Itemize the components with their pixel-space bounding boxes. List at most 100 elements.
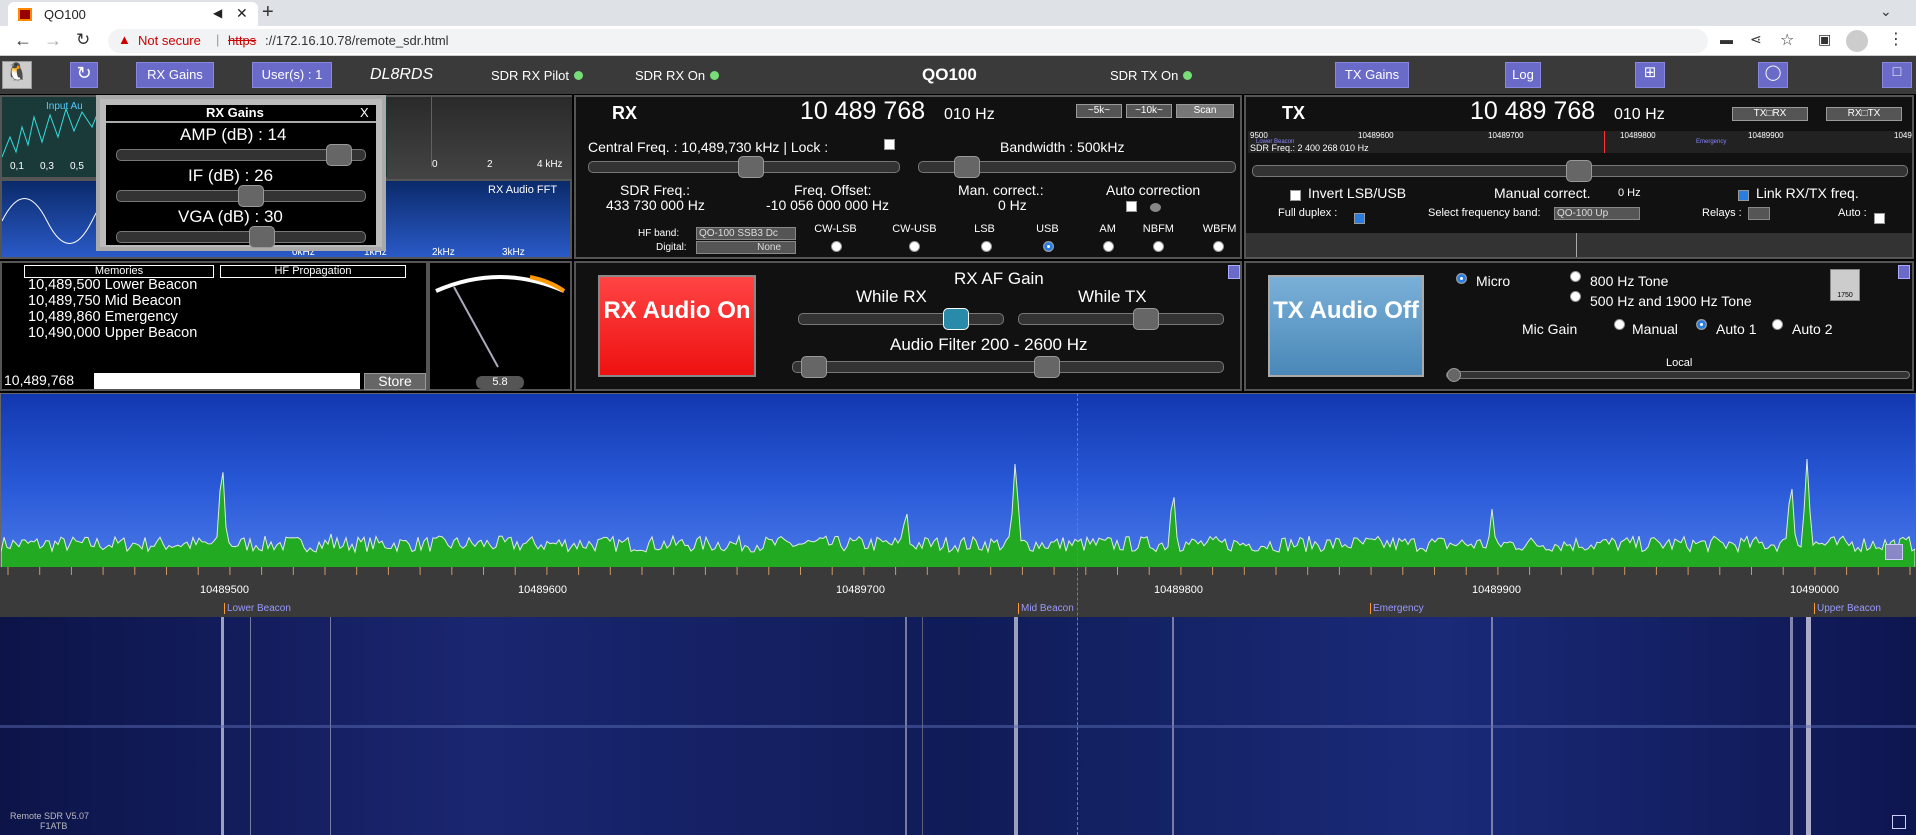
auto-correction-checkbox[interactable] [1126,201,1137,212]
auto-checkbox[interactable] [1874,213,1885,224]
sidebar-icon[interactable]: ▣ [1818,31,1831,48]
rx-audio-button[interactable]: RX Audio On [598,275,756,377]
amp-slider-knob[interactable] [326,144,352,166]
auto2-radio[interactable] [1772,319,1783,330]
mute-icon[interactable]: ◀ [213,6,222,20]
memory-item[interactable]: 10,489,750 Mid Beacon [28,293,197,309]
layout-button[interactable]: ⊞ [1635,62,1665,88]
local-slider[interactable] [1446,368,1910,382]
fullscreen-button[interactable]: □ [1882,62,1912,88]
tx-to-rx-button[interactable]: TX□RX [1732,107,1808,121]
tx-freq-slider-knob[interactable] [1566,160,1592,182]
users-button[interactable]: User(s) : 1 [252,62,332,88]
refresh-button[interactable]: ↻ [70,62,98,88]
while-rx-slider-knob[interactable] [943,308,969,330]
hf-band-select[interactable]: QO-100 SSB3 Dc [696,227,796,240]
store-button[interactable]: Store [364,373,426,390]
tab-hf-propagation[interactable]: HF Propagation [220,265,406,278]
mode-radio-cw-usb[interactable] [909,241,920,252]
scope-tick: 4 kHz [537,159,563,170]
memory-item[interactable]: 10,489,500 Lower Beacon [28,277,197,293]
tx-freq-slider[interactable] [1252,160,1908,182]
link-checkbox[interactable] [1738,190,1749,201]
beacon-marker[interactable]: Mid Beacon [1018,603,1074,614]
profile-icon[interactable] [1846,30,1868,52]
filter-high-knob[interactable] [1034,356,1060,378]
vga-slider-knob[interactable] [249,226,275,248]
chevron-down-icon[interactable]: ⌄ [1880,3,1892,20]
digital-select[interactable]: None [696,241,796,254]
camera-icon[interactable]: ▬ [1720,32,1733,47]
url-box[interactable]: ▲ Not secure | https ://172.16.10.78/rem… [108,29,1708,53]
while-rx-slider[interactable] [798,308,1004,330]
memory-name-input[interactable] [94,373,360,389]
security-label[interactable]: Not secure [138,33,201,48]
beacon-marker[interactable]: Lower Beacon [224,603,291,614]
minus-10k-button[interactable]: ~10k~ [1126,104,1172,118]
waterfall-corner-icon[interactable] [1892,815,1906,829]
memory-item[interactable]: 10,489,860 Emergency [28,309,197,325]
while-tx-slider-knob[interactable] [1133,308,1159,330]
s-meter-value: 5.8 [476,376,524,389]
star-icon[interactable]: ☆ [1780,30,1794,50]
close-icon[interactable]: ✕ [236,5,248,22]
menu-icon[interactable]: ⋮ [1888,29,1904,49]
if-slider-knob[interactable] [238,185,264,207]
spectrum-corner-icon[interactable] [1885,544,1903,560]
rx-gains-button[interactable]: RX Gains [136,62,214,88]
rx-gains-close[interactable]: X [360,105,369,120]
audio-filter-slider[interactable] [792,356,1224,378]
filter-low-knob[interactable] [801,356,827,378]
beacon-marker[interactable]: Upper Beacon [1814,603,1881,614]
logo-button[interactable]: 🐧 [2,61,32,89]
band-select[interactable]: QO-100 Up [1554,207,1640,220]
share-icon[interactable]: ⋖ [1750,31,1762,48]
tx-gains-button[interactable]: TX Gains [1335,62,1409,88]
if-slider[interactable] [116,185,366,207]
central-freq-slider-knob[interactable] [738,156,764,178]
log-button[interactable]: Log [1505,62,1541,88]
mode-radio-nbfm[interactable] [1153,241,1164,252]
grid-icon: ⊞ [1643,64,1657,81]
relays-select[interactable] [1748,207,1770,220]
tx-audio-button[interactable]: TX Audio Off [1268,275,1424,377]
mode-radio-wbfm[interactable] [1213,241,1224,252]
circle-icon: ◯ [1764,64,1782,81]
minus-5k-button[interactable]: ~5k~ [1076,104,1122,118]
mode-radio-usb[interactable] [1043,241,1054,252]
reload-icon[interactable]: ↻ [76,30,90,50]
tx-audio-corner-icon[interactable] [1898,265,1910,279]
back-icon[interactable]: ← [14,30,32,51]
central-freq-slider[interactable] [588,156,900,178]
micro-radio[interactable] [1456,273,1467,284]
amp-slider[interactable] [116,144,366,166]
invert-checkbox[interactable] [1290,190,1301,201]
circle-button[interactable]: ◯ [1758,62,1788,88]
new-tab-icon[interactable]: + [262,1,274,24]
auto-correction-label: Auto correction [1106,182,1201,198]
bandwidth-slider-knob[interactable] [954,156,980,178]
while-tx-slider[interactable] [1018,308,1224,330]
address-bar: ← → ↻ ▲ Not secure | https ://172.16.10.… [0,26,1916,56]
lock-checkbox[interactable] [884,139,895,150]
memory-item[interactable]: 10,490,000 Upper Beacon [28,325,197,341]
browser-tab[interactable]: QO100 ◀ ✕ [8,2,258,26]
scan-button[interactable]: Scan [1176,104,1234,118]
mode-radio-cw-lsb[interactable] [831,241,842,252]
tone-500-radio[interactable] [1570,291,1581,302]
rx-audio-corner-icon[interactable] [1228,265,1240,279]
tx-scale-tick: 10489800 [1620,131,1656,140]
keypad-icon[interactable]: 1750 [1830,269,1860,301]
beacon-marker[interactable]: Emergency [1370,603,1424,614]
vga-slider[interactable] [116,226,366,248]
local-slider-knob[interactable] [1447,368,1461,382]
rx-to-tx-button[interactable]: RX□TX [1826,107,1902,121]
manual-radio[interactable] [1614,319,1625,330]
full-duplex-checkbox[interactable] [1354,213,1365,224]
tone-800-radio[interactable] [1570,271,1581,282]
auto1-radio[interactable] [1696,319,1707,330]
bandwidth-slider[interactable] [918,156,1236,178]
tone-800-label: 800 Hz Tone [1590,273,1669,289]
mode-radio-lsb[interactable] [981,241,992,252]
mode-radio-am[interactable] [1103,241,1114,252]
